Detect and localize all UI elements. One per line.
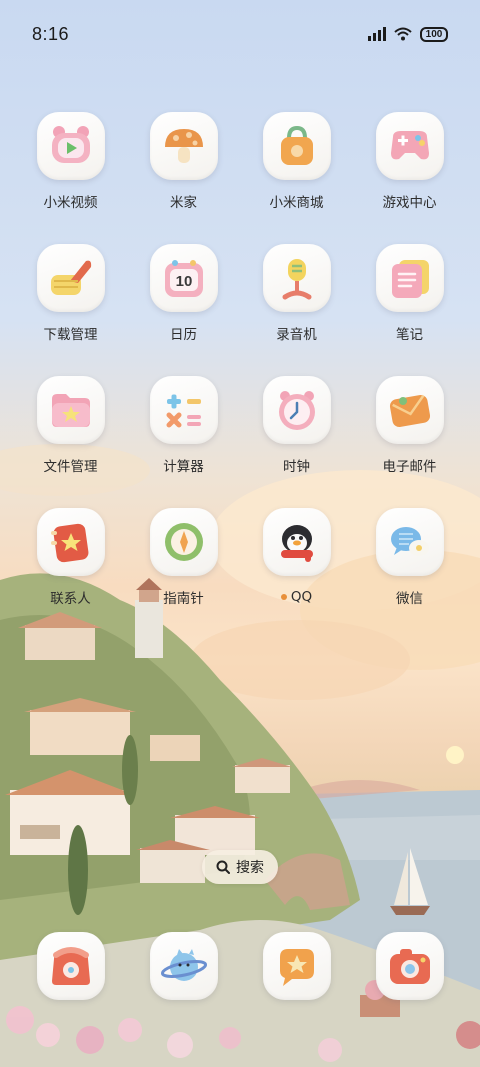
app-label: 指南针	[163, 591, 204, 607]
status-icons: 100	[368, 26, 448, 42]
app-mijia[interactable]: 米家	[127, 112, 240, 211]
app-label: 电子邮件	[382, 459, 437, 475]
app-label: 小米商城	[269, 195, 324, 211]
app-label: 计算器	[163, 459, 204, 475]
app-grid: 小米视频 米家 小米商城 游戏中心 下载管理 10 日历 录音机 笔记 文件管理…	[14, 112, 466, 607]
download-hand-icon	[36, 244, 105, 312]
app-notes[interactable]: 笔记	[353, 244, 466, 343]
alarm-clock-icon	[262, 376, 331, 444]
app-game-center[interactable]: 游戏中心	[353, 112, 466, 211]
app-label: 笔记	[396, 327, 423, 343]
mail-icon	[375, 376, 444, 444]
dock-phone[interactable]	[14, 932, 127, 1000]
app-contacts[interactable]: 联系人	[14, 508, 127, 607]
dock-browser[interactable]	[127, 932, 240, 1000]
signal-icon	[368, 27, 386, 41]
app-recorder[interactable]: 录音机	[240, 244, 353, 343]
app-file-manager[interactable]: 文件管理	[14, 376, 127, 475]
browser-planet-icon	[149, 932, 218, 1000]
calculator-icon	[149, 376, 218, 444]
compass-icon	[149, 508, 218, 576]
contacts-icon	[36, 508, 105, 576]
app-calculator[interactable]: 计算器	[127, 376, 240, 475]
chat-bubbles-icon	[375, 508, 444, 576]
app-qq[interactable]: QQ	[240, 508, 353, 606]
app-email[interactable]: 电子邮件	[353, 376, 466, 475]
notes-icon	[375, 244, 444, 312]
app-mi-video[interactable]: 小米视频	[14, 112, 127, 211]
camera-icon	[375, 932, 444, 1000]
search-label: 搜索	[236, 860, 264, 876]
app-label: 游戏中心	[382, 195, 437, 211]
app-label: 微信	[396, 591, 423, 607]
shopping-bag-icon	[262, 112, 331, 180]
microphone-icon	[262, 244, 331, 312]
app-label: 米家	[170, 195, 197, 211]
search-button[interactable]: 搜索	[202, 850, 278, 884]
dock-messages[interactable]	[240, 932, 353, 1000]
status-time: 8:16	[32, 23, 70, 44]
app-label: 联系人	[50, 591, 91, 607]
calendar-icon: 10	[149, 244, 218, 312]
battery-level: 100	[425, 28, 443, 40]
dock-camera[interactable]	[353, 932, 466, 1000]
app-mi-store[interactable]: 小米商城	[240, 112, 353, 211]
status-bar: 8:16 100	[0, 0, 480, 68]
video-icon	[36, 112, 105, 180]
app-label: 录音机	[276, 327, 317, 343]
app-label: 下载管理	[43, 327, 98, 343]
app-wechat[interactable]: 微信	[353, 508, 466, 607]
app-downloads[interactable]: 下载管理	[14, 244, 127, 343]
dock	[14, 932, 466, 1000]
penguin-icon	[262, 508, 331, 576]
battery-icon: 100	[420, 26, 448, 42]
search-icon	[216, 860, 230, 874]
app-label: QQ	[280, 588, 313, 606]
app-label-text: QQ	[290, 589, 313, 605]
mushroom-icon	[149, 112, 218, 180]
calendar-day: 10	[175, 273, 192, 290]
app-label: 文件管理	[43, 459, 98, 475]
app-compass[interactable]: 指南针	[127, 508, 240, 607]
app-label: 日历	[170, 327, 197, 343]
new-install-dot	[280, 594, 287, 600]
app-calendar[interactable]: 10 日历	[127, 244, 240, 343]
app-clock[interactable]: 时钟	[240, 376, 353, 475]
folder-icon	[36, 376, 105, 444]
wifi-icon	[394, 27, 412, 41]
phone-icon	[36, 932, 105, 1000]
app-label: 小米视频	[43, 195, 98, 211]
app-label: 时钟	[283, 459, 310, 475]
gamepad-icon	[375, 112, 444, 180]
message-bubble-icon	[262, 932, 331, 1000]
